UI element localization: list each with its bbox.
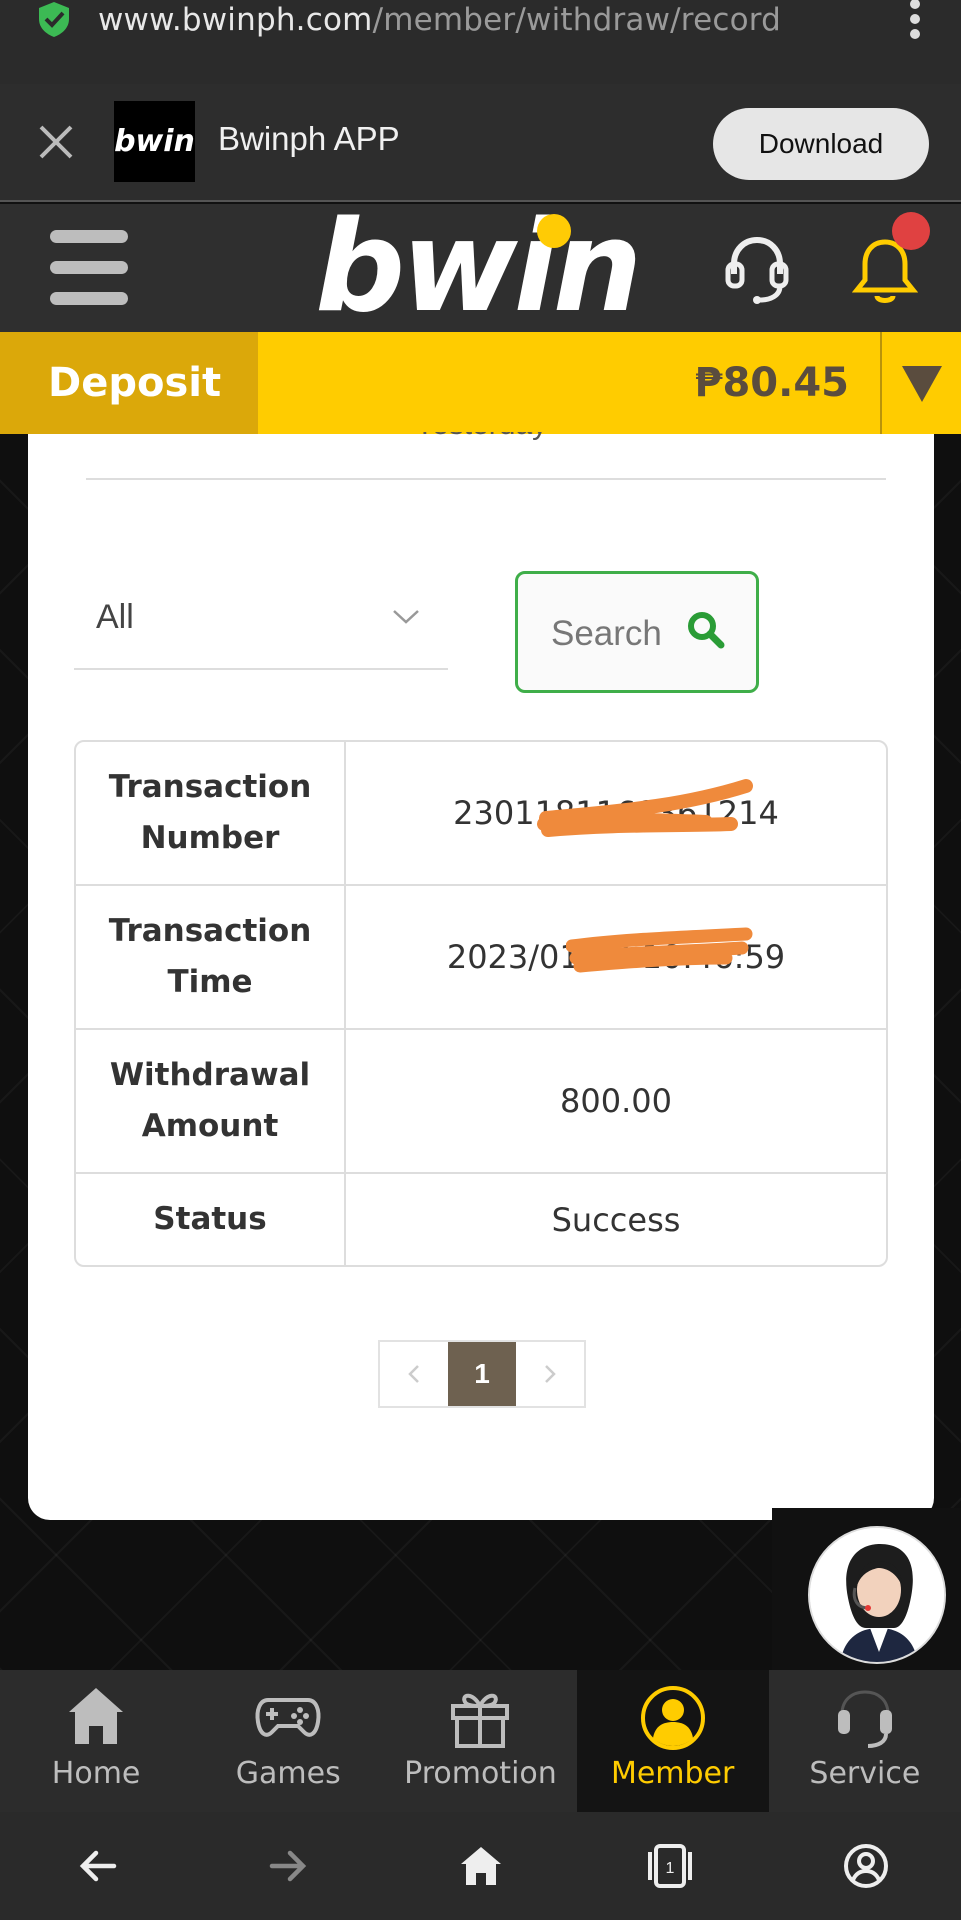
nav-label: Service [809,1756,921,1791]
search-button[interactable]: Search [515,571,759,693]
type-select-value: All [96,598,134,636]
nav-home[interactable]: Home [0,1670,192,1812]
nav-service[interactable]: Service [769,1670,961,1812]
headset-icon [837,1690,892,1748]
brand-logo[interactable]: bwin [315,202,642,332]
row-label: Status [76,1174,346,1265]
app-name: Bwinph APP [218,120,400,157]
home-icon[interactable] [457,1842,505,1890]
pagination: 1 [378,1340,586,1408]
withdraw-record-table: Transaction Number 2301181160361214 Trans… [74,740,888,1267]
url-text[interactable]: www.bwinph.com/member/withdraw/record [98,2,781,38]
caret-down-icon[interactable] [902,366,942,402]
transaction-time-value: 2023/01/18 10:46:59 [346,886,886,1030]
download-button[interactable]: Download [713,108,929,180]
table-row: Transaction Number 2301181160361214 [76,742,886,886]
deposit-button[interactable]: Deposit [0,332,258,434]
balance-bar: Deposit ₱80.45 [0,332,961,434]
chevron-right-icon[interactable] [518,1342,584,1406]
divider [86,478,886,480]
table-row: Withdrawal Amount 800.00 [76,1030,886,1174]
nav-label: Promotion [404,1756,557,1791]
app-logo: bwin [114,101,195,182]
url-path: /member/withdraw/record [372,2,782,38]
hamburger-menu-icon[interactable] [50,230,128,310]
site-header: bwin [0,202,961,332]
transaction-number-value: 2301181160361214 [346,742,886,886]
tab-count: 1 [666,1860,675,1877]
table-row: Transaction Time 2023/01/18 10:46:59 [76,886,886,1030]
chevron-left-icon[interactable] [380,1342,446,1406]
bottom-nav: Home Games Promotion Member Service [0,1670,961,1812]
url-domain: www.bwinph.com [98,2,373,38]
back-arrow-icon[interactable] [74,1842,122,1890]
balance-divider [880,332,882,434]
type-select[interactable]: All [74,568,448,670]
tabs-icon[interactable]: 1 [646,1842,694,1890]
nav-games[interactable]: Games [192,1670,384,1812]
wallet-balance: ₱80.45 [694,360,849,406]
app-download-banner: bwin Bwinph APP Download [0,84,961,202]
brand-logo-dot [537,214,571,248]
search-label: Search [551,614,662,653]
close-icon[interactable] [38,124,74,160]
search-icon [688,612,725,649]
notification-badge [892,212,930,250]
nav-label: Home [51,1756,141,1791]
member-icon [640,1686,705,1750]
customer-support-icon[interactable] [722,234,792,306]
live-chat-agent-avatar[interactable] [808,1526,946,1664]
gamepad-icon [255,1698,321,1737]
gift-icon [451,1693,510,1748]
row-label: Transaction Number [76,742,346,886]
page-current[interactable]: 1 [448,1342,516,1406]
chevron-down-icon [393,610,419,624]
status-value: Success [551,1200,681,1239]
browser-url-bar[interactable]: www.bwinph.com/member/withdraw/record [0,0,961,84]
withdraw-record-card: Yesterday All Search TransactionNumber 2… [28,432,934,1520]
table-row: Status Success [76,1174,886,1265]
row-label: Transaction Time [76,886,346,1030]
forward-arrow-icon[interactable] [264,1842,312,1890]
row-label: Withdrawal Amount [76,1030,346,1174]
more-vert-icon[interactable] [909,0,921,40]
nav-promotion[interactable]: Promotion [384,1670,576,1812]
nav-member[interactable]: Member [576,1670,769,1812]
home-icon [69,1688,124,1744]
browser-bottom-toolbar: 1 [0,1812,961,1920]
nav-label: Games [235,1756,341,1791]
nav-label: Member [610,1756,735,1791]
secure-shield-icon [39,2,69,37]
agent-portrait-icon [810,1528,944,1662]
withdrawal-amount-value: 800.00 [346,1030,886,1174]
account-icon[interactable] [842,1842,890,1890]
